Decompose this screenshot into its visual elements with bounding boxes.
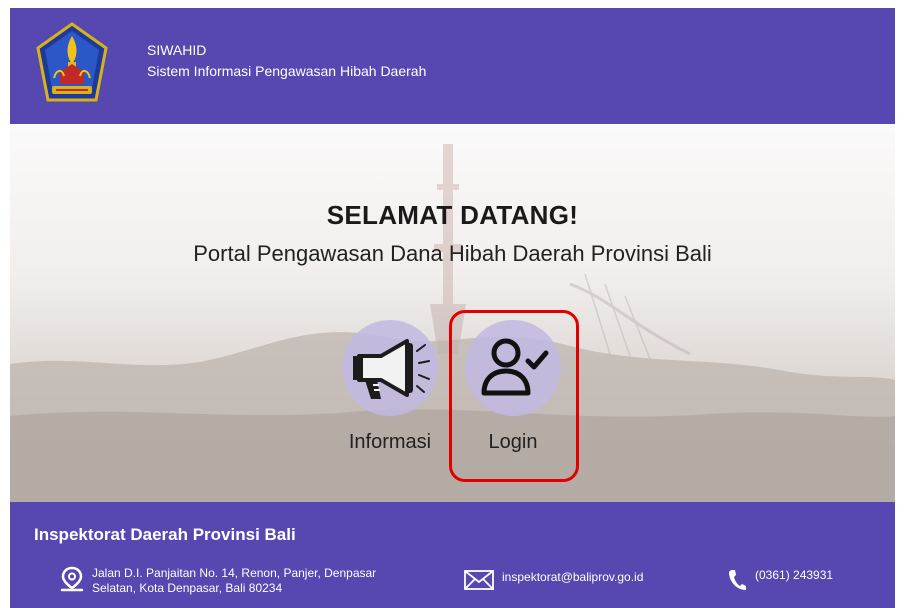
bali-province-emblem-icon[interactable] [36,22,108,104]
welcome-heading: SELAMAT DATANG! [326,200,579,230]
megaphone-icon [353,339,430,399]
address-line-2: Selatan, Kota Denpasar, Bali 80234 [92,581,283,595]
email-address[interactable]: inspektorat@baliprov.go.id [502,570,643,585]
login-menu-item[interactable]: Login [458,320,568,454]
hero-section: SELAMAT DATANG! Portal Pengawasan Dana H… [10,124,895,502]
landscape-background-image [10,144,895,502]
contact-phone[interactable]: (0361) 243931 [727,568,833,592]
informasi-menu-item[interactable]: Informasi [330,320,450,454]
app-name: SIWAHID [147,42,207,58]
portal-tagline: Portal Pengawasan Dana Hibah Daerah Prov… [193,241,712,266]
site-footer: Inspektorat Daerah Provinsi Bali Jalan D… [10,502,895,608]
phone-number[interactable]: (0361) 243931 [755,568,833,583]
informasi-icon-circle[interactable] [342,320,438,416]
page-frame: SIWAHID Sistem Informasi Pengawasan Hiba… [10,8,895,608]
phone-icon [729,570,746,590]
login-label: Login [488,431,538,453]
footer-title: Inspektorat Daerah Provinsi Bali [34,525,296,544]
site-header: SIWAHID Sistem Informasi Pengawasan Hiba… [10,8,895,124]
address-line-1: Jalan D.I. Panjaitan No. 14, Renon, Panj… [92,566,377,580]
app-subtitle: Sistem Informasi Pengawasan Hibah Daerah [147,63,427,79]
envelope-icon [464,570,494,590]
login-icon-circle[interactable] [465,320,561,416]
map-pin-icon [60,566,84,592]
contact-email[interactable]: inspektorat@baliprov.go.id [464,570,643,590]
contact-address: Jalan D.I. Panjaitan No. 14, Renon, Panj… [60,566,376,596]
user-check-icon [481,338,549,396]
informasi-label: Informasi [348,431,432,453]
